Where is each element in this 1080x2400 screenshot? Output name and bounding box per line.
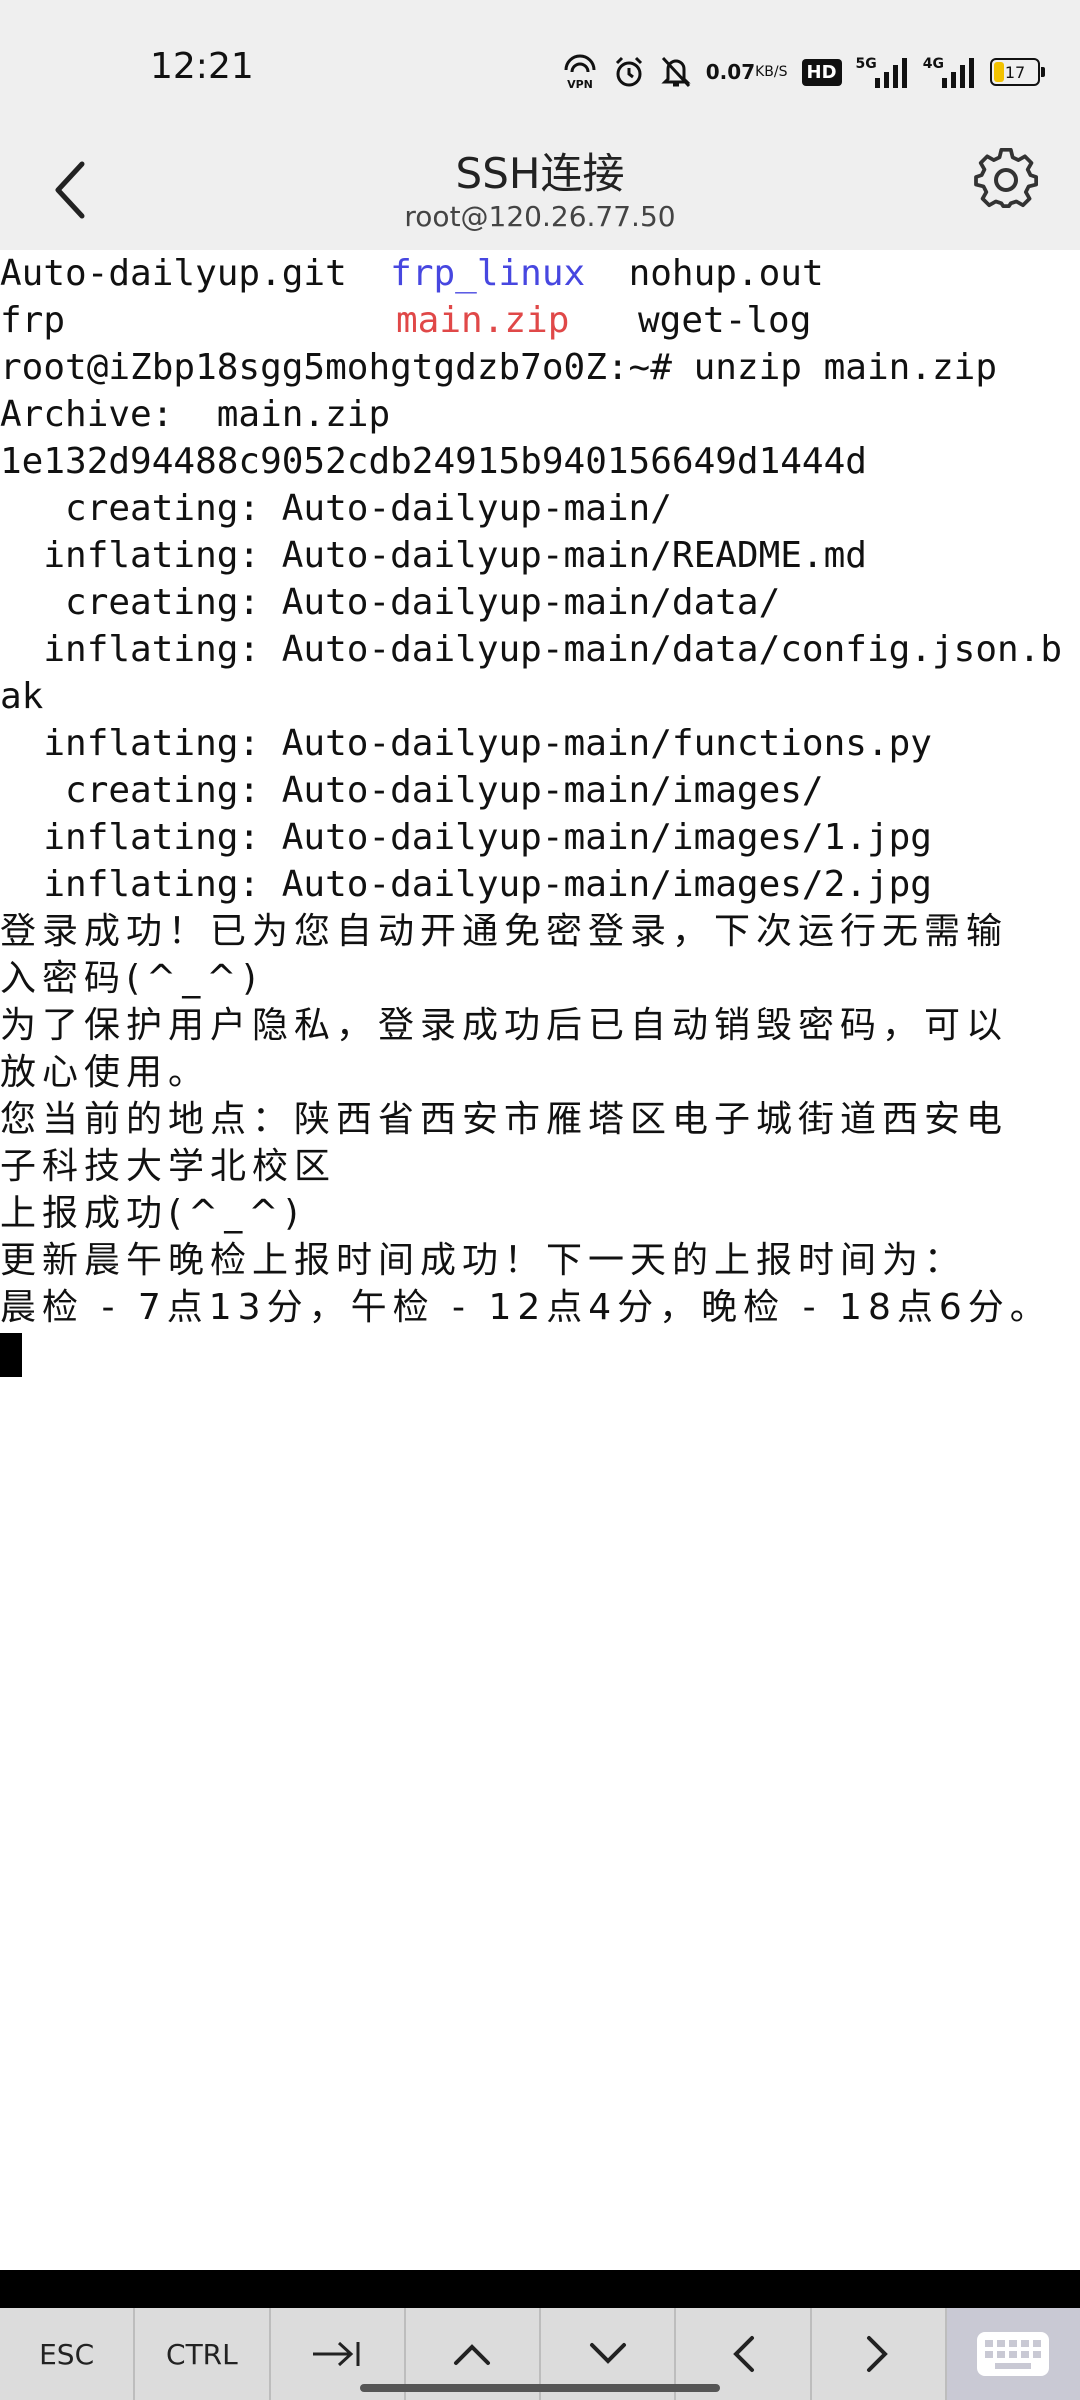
keyboard-icon [977, 2332, 1050, 2376]
ls-entry-dir: frp_linux [390, 253, 586, 294]
battery-icon: 17 [990, 58, 1045, 86]
signal-5g-icon: 5G [856, 56, 909, 88]
terminal-line: 放心使用。 [0, 1052, 211, 1093]
app-bar: SSH连接 root@120.26.77.50 [0, 140, 1080, 250]
ls-entry: Auto-dailyup.git [0, 253, 347, 294]
chevron-left-icon [733, 2336, 754, 2372]
terminal-line: inflating: Auto-dailyup-main/images/1.jp… [0, 817, 932, 858]
chevron-down-icon [589, 2343, 626, 2364]
terminal-line: ak [0, 676, 44, 717]
terminal-line: inflating: Auto-dailyup-main/README.md [0, 535, 867, 576]
terminal-line: 入密码(^_^) [0, 958, 263, 999]
terminal-line: inflating: Auto-dailyup-main/data/config… [0, 629, 1063, 670]
signal-4g-icon: 4G [923, 56, 976, 88]
terminal-line: 1e132d94488c9052cdb24915b940156649d1444d [0, 441, 867, 482]
status-time: 12:21 [150, 46, 254, 87]
ls-row: Auto-dailyup.git frp_linux nohup.out [0, 250, 1080, 297]
terminal-line: 上报成功(^_^) [0, 1193, 305, 1234]
terminal-line: 登录成功！已为您自动开通免密登录，下次运行无需输 [0, 911, 1009, 952]
svg-text:VPN: VPN [567, 78, 593, 90]
terminal-line: 子科技大学北校区 [0, 1146, 337, 1187]
terminal-line: creating: Auto-dailyup-main/data/ [0, 582, 781, 623]
tab-icon [313, 2341, 360, 2367]
settings-button[interactable] [970, 140, 1042, 220]
terminal-line: creating: Auto-dailyup-main/images/ [0, 770, 824, 811]
terminal-cursor [0, 1333, 22, 1377]
status-bar: 12:21 VPN 0.07 KB/S HD 5G 4G 17 [0, 0, 1080, 140]
ls-entry-archive: main.zip [396, 300, 570, 341]
terminal-line: 晨检 - 7点13分，午检 - 12点4分，晚检 - 18点6分。 [0, 1287, 1052, 1328]
gear-icon [974, 148, 1038, 209]
alarm-icon [612, 55, 646, 89]
mute-icon [660, 55, 692, 89]
terminal-line: 您当前的地点：陕西省西安市雁塔区电子城街道西安电 [0, 1099, 1009, 1140]
connection-host: root@120.26.77.50 [404, 200, 676, 233]
vpn-icon: VPN [562, 54, 598, 90]
terminal-line: inflating: Auto-dailyup-main/functions.p… [0, 723, 932, 764]
terminal-line: 更新晨午晚检上报时间成功！下一天的上报时间为： [0, 1240, 967, 1281]
terminal-line: root@iZbp18sgg5mohgtgdzb7o0Z:~# unzip ma… [0, 347, 997, 388]
keyboard-toggle-key[interactable] [946, 2308, 1080, 2400]
ls-entry: nohup.out [628, 253, 824, 294]
ls-row: frp main.zip wget-log [0, 297, 1080, 344]
chevron-up-icon [454, 2344, 491, 2365]
arrow-right-key[interactable] [811, 2308, 947, 2400]
keyboard-divider [0, 2270, 1080, 2308]
terminal-line: Archive: main.zip [0, 394, 391, 435]
terminal-line: inflating: Auto-dailyup-main/images/2.jp… [0, 864, 932, 905]
page-title: SSH连接 [455, 149, 625, 198]
terminal-line: 为了保护用户隐私，登录成功后已自动销毁密码，可以 [0, 1005, 1009, 1046]
ctrl-key[interactable]: CTRL [135, 2308, 271, 2400]
terminal-output[interactable]: Auto-dailyup.git frp_linux nohup.out frp… [0, 250, 1080, 2270]
ls-entry: frp [0, 300, 66, 341]
terminal-line: creating: Auto-dailyup-main/ [0, 488, 672, 529]
status-icons: VPN 0.07 KB/S HD 5G 4G 17 [562, 48, 1045, 96]
prompt-line [0, 1331, 1080, 1378]
ls-entry: wget-log [638, 300, 812, 341]
home-indicator[interactable] [360, 2384, 720, 2392]
esc-key[interactable]: ESC [0, 2308, 136, 2400]
chevron-right-icon [867, 2336, 888, 2372]
hd-icon: HD [801, 58, 842, 86]
net-speed: 0.07 KB/S [705, 60, 788, 84]
